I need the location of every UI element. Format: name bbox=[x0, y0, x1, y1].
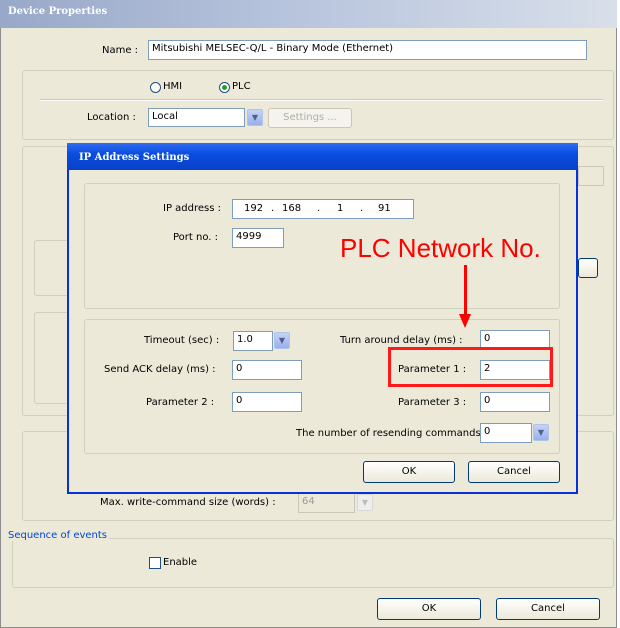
hmi-radio-label: HMI bbox=[163, 81, 183, 92]
ip-dot: . bbox=[360, 203, 364, 214]
background-field bbox=[578, 166, 604, 186]
enable-checkbox[interactable] bbox=[149, 557, 161, 569]
send-ack-label: Send ACK delay (ms) : bbox=[104, 364, 216, 375]
resend-commands-label: The number of resending commands : bbox=[296, 428, 488, 439]
timeout-label: Timeout (sec) : bbox=[144, 335, 220, 346]
resend-dropdown-button[interactable]: ▼ bbox=[533, 424, 549, 441]
port-input[interactable]: 4999 bbox=[232, 228, 284, 248]
name-input[interactable]: Mitsubishi MELSEC-Q/L - Binary Mode (Eth… bbox=[148, 40, 587, 60]
annotation-highlight-box bbox=[388, 347, 553, 387]
ip-octet-3: 1 bbox=[337, 203, 344, 214]
turnaround-label: Turn around delay (ms) : bbox=[340, 335, 463, 346]
chevron-down-icon: ▼ bbox=[251, 113, 259, 122]
ip-address-label: IP address : bbox=[163, 203, 221, 214]
location-dropdown-button[interactable]: ▼ bbox=[247, 109, 263, 126]
chevron-down-icon: ▼ bbox=[278, 336, 286, 345]
ip-dot: . bbox=[317, 203, 321, 214]
max-write-select: 64 bbox=[298, 493, 355, 513]
chevron-down-icon: ▼ bbox=[537, 428, 545, 437]
max-write-dropdown-button: ▼ bbox=[357, 494, 373, 511]
ip-octet-1: 192 bbox=[244, 203, 264, 214]
timeout-dropdown-button[interactable]: ▼ bbox=[274, 332, 290, 349]
enable-label: Enable bbox=[163, 557, 198, 568]
background-button[interactable] bbox=[578, 258, 598, 278]
plc-radio[interactable] bbox=[219, 82, 230, 93]
inner-cancel-button[interactable]: Cancel bbox=[468, 461, 560, 483]
dialog-title: Device Properties bbox=[0, 0, 617, 28]
annotation-label: PLC Network No. bbox=[340, 233, 541, 263]
annotation-arrow bbox=[464, 265, 467, 316]
parameter-3-input[interactable]: 0 bbox=[480, 392, 550, 412]
inner-dialog-title: IP Address Settings bbox=[67, 143, 578, 170]
parameter-2-input[interactable]: 0 bbox=[232, 392, 302, 412]
divider bbox=[40, 99, 603, 101]
timeout-select[interactable]: 1.0 bbox=[233, 331, 273, 351]
hmi-radio[interactable] bbox=[150, 82, 161, 93]
ip-octet-4: 91 bbox=[378, 203, 391, 214]
sequence-group bbox=[12, 538, 614, 588]
ok-button[interactable]: OK bbox=[377, 598, 481, 620]
location-select[interactable]: Local bbox=[148, 108, 245, 127]
resend-commands-select[interactable]: 0 bbox=[480, 423, 532, 443]
send-ack-input[interactable]: 0 bbox=[232, 360, 302, 380]
parameter-3-label: Parameter 3 : bbox=[398, 397, 467, 408]
max-write-label: Max. write-command size (words) : bbox=[100, 497, 276, 508]
arrow-down-icon bbox=[459, 314, 471, 328]
sequence-group-label: Sequence of events bbox=[6, 530, 110, 541]
settings-button: Settings ... bbox=[268, 108, 352, 128]
cancel-button[interactable]: Cancel bbox=[496, 598, 600, 620]
parameter-2-label: Parameter 2 : bbox=[146, 397, 215, 408]
plc-radio-label: PLC bbox=[232, 81, 251, 92]
name-label: Name : bbox=[102, 45, 139, 56]
location-label: Location : bbox=[87, 112, 136, 123]
inner-ok-button[interactable]: OK bbox=[363, 461, 455, 483]
chevron-down-icon: ▼ bbox=[361, 498, 369, 507]
ip-dot: . bbox=[271, 203, 275, 214]
port-label: Port no. : bbox=[173, 232, 219, 243]
ip-octet-2: 168 bbox=[282, 203, 302, 214]
device-type-group bbox=[22, 70, 614, 140]
